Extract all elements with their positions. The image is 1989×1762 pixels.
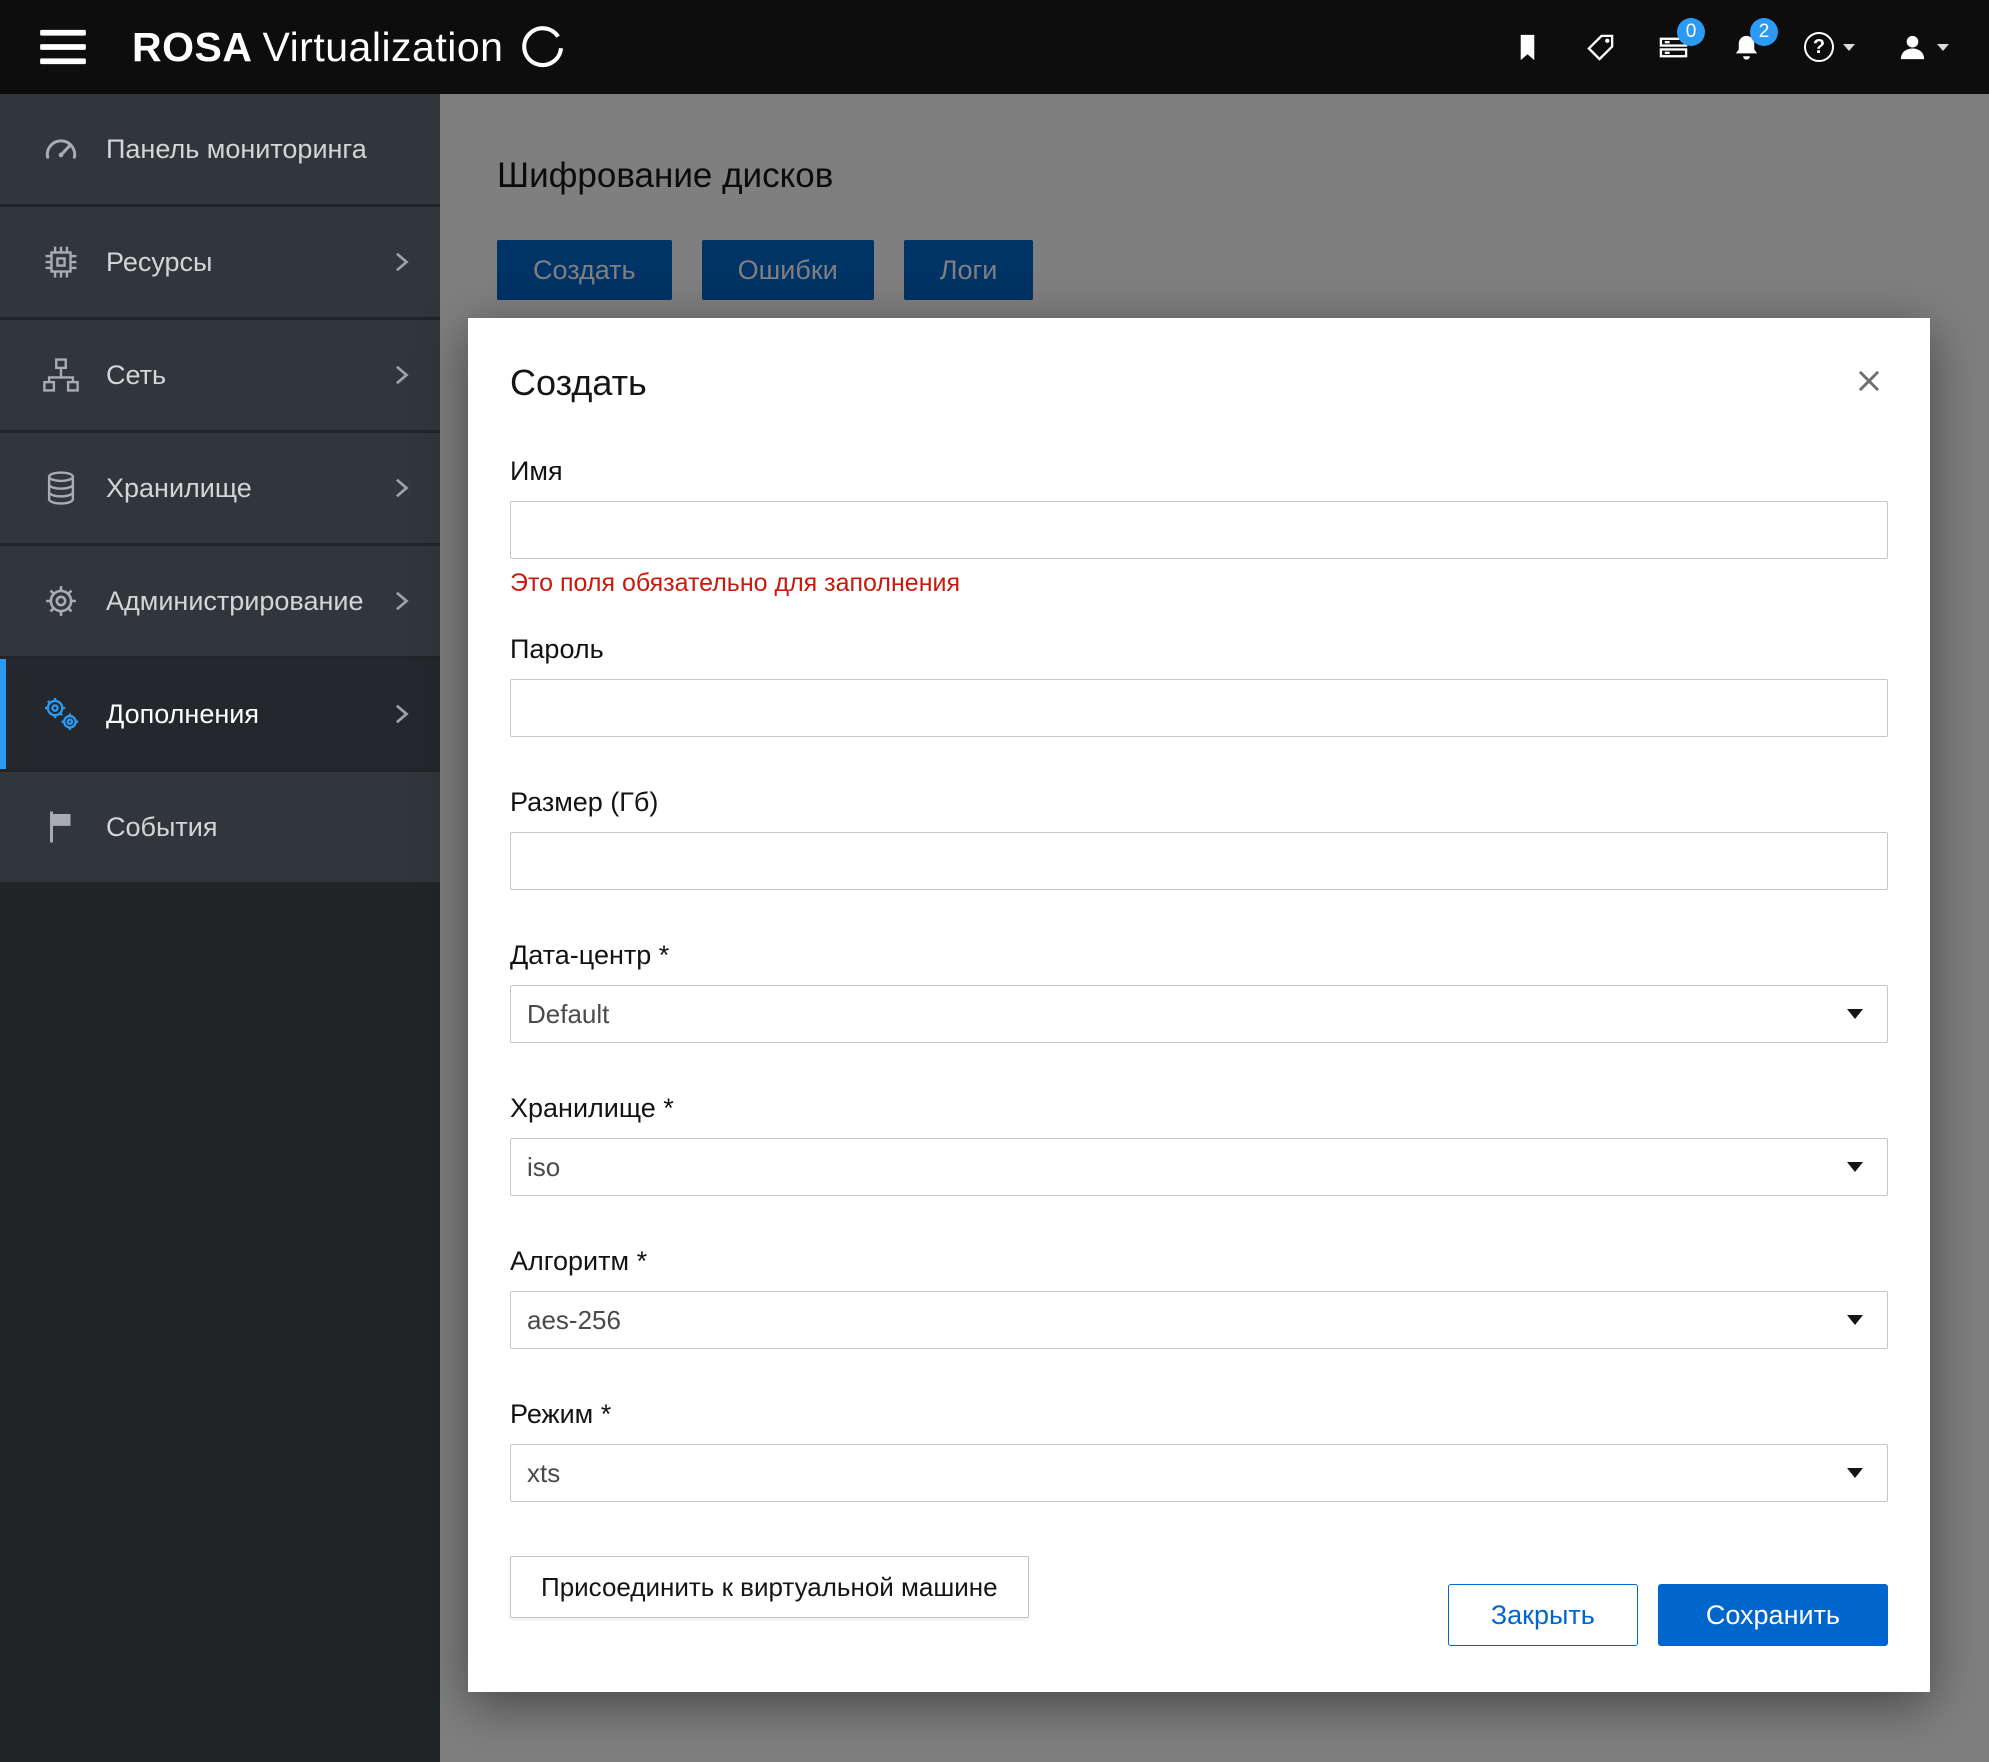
- password-field[interactable]: [510, 679, 1888, 737]
- create-modal: Создать Имя Это поля обязательно для зап…: [468, 318, 1930, 1692]
- field-group-name: Имя Это поля обязательно для заполнения: [510, 456, 1888, 598]
- algorithm-label: Алгоритм *: [510, 1246, 648, 1276]
- modal-close-button[interactable]: [1850, 362, 1888, 400]
- database-icon: [42, 469, 80, 507]
- sidebar-item-label: Ресурсы: [106, 246, 213, 277]
- modal-footer: Закрыть Сохранить: [1447, 1584, 1888, 1646]
- close-button[interactable]: Закрыть: [1447, 1584, 1638, 1646]
- algorithm-select[interactable]: aes-256: [510, 1291, 1888, 1349]
- chevron-right-icon: [390, 251, 412, 273]
- sidebar-item-network[interactable]: Сеть: [0, 320, 440, 430]
- name-label: Имя: [510, 456, 563, 486]
- datacenter-select-value: Default: [527, 998, 610, 1029]
- brand-bold: ROSA: [132, 23, 253, 70]
- field-group-storage: Хранилище * iso: [510, 1093, 1888, 1196]
- rosa-logo-icon: [519, 24, 565, 70]
- tasks-badge: 0: [1677, 17, 1705, 46]
- dropdown-caret-icon: [1847, 1315, 1863, 1325]
- name-error-text: Это поля обязательно для заполнения: [510, 569, 961, 597]
- sidebar-item-dashboard[interactable]: Панель мониторинга: [0, 94, 440, 204]
- modal-title: Создать: [510, 362, 647, 403]
- sidebar-item-label: Администрирование: [106, 585, 364, 616]
- notifications-badge: 2: [1750, 17, 1778, 46]
- storage-select[interactable]: iso: [510, 1138, 1888, 1196]
- tags-button[interactable]: [1585, 32, 1616, 63]
- plugins-gears-icon: [42, 695, 80, 733]
- menu-toggle-button[interactable]: [40, 27, 86, 67]
- sidebar: Панель мониторинга Ресурсы Сеть Хранилищ…: [0, 94, 440, 1762]
- bookmark-icon: [1512, 32, 1543, 63]
- sidebar-item-administration[interactable]: Администрирование: [0, 546, 440, 656]
- field-group-password: Пароль: [510, 634, 1888, 737]
- size-field[interactable]: [510, 832, 1888, 890]
- sidebar-item-events[interactable]: События: [0, 772, 440, 882]
- tasks-button[interactable]: 0: [1658, 17, 1705, 63]
- field-group-datacenter: Дата-центр * Default: [510, 940, 1888, 1043]
- datacenter-label: Дата-центр *: [510, 940, 670, 970]
- mode-select-value: xts: [527, 1457, 561, 1488]
- modal-form: Имя Это поля обязательно для заполнения …: [510, 456, 1888, 1618]
- sidebar-item-label: Хранилище: [106, 472, 252, 503]
- gear-icon: [42, 582, 80, 620]
- notifications-button[interactable]: 2: [1731, 17, 1778, 63]
- app-title: ROSA Virtualization: [132, 24, 503, 71]
- field-group-size: Размер (Гб): [510, 787, 1888, 890]
- sidebar-item-resources[interactable]: Ресурсы: [0, 207, 440, 317]
- hamburger-icon: [40, 27, 86, 67]
- algorithm-select-value: aes-256: [527, 1304, 621, 1335]
- dropdown-caret-icon: [1847, 1162, 1863, 1172]
- chevron-down-icon: [1937, 43, 1949, 51]
- chevron-down-icon: [1843, 43, 1855, 51]
- sidebar-item-label: Панель мониторинга: [106, 133, 367, 164]
- top-header: ROSA Virtualization 0 2 ?: [0, 0, 1989, 94]
- password-label: Пароль: [510, 634, 604, 664]
- dashboard-icon: [42, 130, 80, 168]
- mode-label: Режим *: [510, 1399, 612, 1429]
- field-group-algorithm: Алгоритм * aes-256: [510, 1246, 1888, 1349]
- size-label: Размер (Гб): [510, 787, 659, 817]
- field-group-mode: Режим * xts: [510, 1399, 1888, 1502]
- chevron-right-icon: [390, 364, 412, 386]
- network-icon: [42, 356, 80, 394]
- user-menu-button[interactable]: [1897, 32, 1949, 63]
- chevron-right-icon: [390, 703, 412, 725]
- sidebar-item-label: События: [106, 811, 218, 842]
- header-actions: 0 2 ?: [1512, 17, 1949, 63]
- bookmark-button[interactable]: [1512, 32, 1543, 63]
- datacenter-select[interactable]: Default: [510, 985, 1888, 1043]
- tag-icon: [1585, 32, 1616, 63]
- dropdown-caret-icon: [1847, 1468, 1863, 1478]
- chevron-right-icon: [390, 477, 412, 499]
- chip-icon: [42, 243, 80, 281]
- sidebar-item-addons[interactable]: Дополнения: [0, 659, 440, 769]
- sidebar-item-label: Сеть: [106, 359, 167, 390]
- storage-select-value: iso: [527, 1151, 561, 1182]
- brand-rest: Virtualization: [262, 23, 504, 70]
- user-icon: [1897, 32, 1928, 63]
- dropdown-caret-icon: [1847, 1009, 1863, 1019]
- help-icon: ?: [1804, 32, 1834, 62]
- attach-to-vm-button[interactable]: Присоединить к виртуальной машине: [510, 1556, 1029, 1618]
- flag-icon: [42, 808, 80, 846]
- app-root: ROSA Virtualization 0 2 ? Панель монитор…: [0, 0, 1989, 1762]
- chevron-right-icon: [390, 590, 412, 612]
- close-icon: [1856, 368, 1882, 394]
- mode-select[interactable]: xts: [510, 1444, 1888, 1502]
- sidebar-item-label: Дополнения: [106, 698, 259, 729]
- help-button[interactable]: ?: [1804, 32, 1855, 62]
- storage-label: Хранилище *: [510, 1093, 674, 1123]
- save-button[interactable]: Сохранить: [1657, 1584, 1888, 1646]
- sidebar-item-storage[interactable]: Хранилище: [0, 433, 440, 543]
- name-field[interactable]: [510, 501, 1888, 559]
